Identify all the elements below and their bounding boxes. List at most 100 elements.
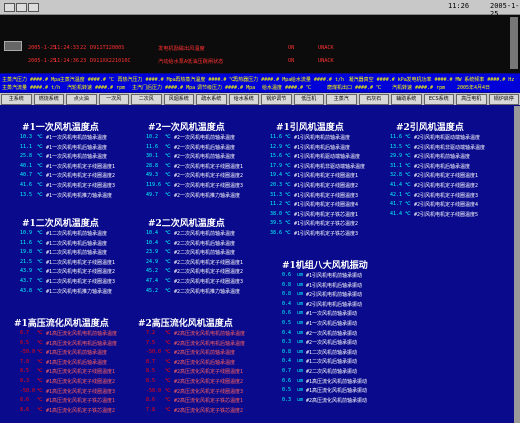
nav-button[interactable]: 一次风 (98, 94, 129, 105)
reading-label: #1引风机电机定子铁芯温度1 (294, 211, 359, 218)
reading-value: 6.5 (20, 339, 30, 346)
reading-unit: ℃ (405, 191, 411, 198)
reading-unit: ℃ (285, 201, 291, 208)
nav-button[interactable]: 给水系统 (228, 94, 259, 105)
reading-value: 41.4 (390, 210, 403, 217)
reading-label: #1二次风机电机定子线圈温度3 (46, 279, 116, 285)
nav-button[interactable]: ECS系统 (423, 94, 454, 105)
reading-value: 0.8 (282, 291, 292, 298)
reading-label: #2高压流化风机定子铁芯温度1 (174, 398, 244, 405)
reading-value: 0.4 (282, 329, 292, 336)
reading-unit: ℃ (37, 368, 43, 375)
reading-unit: ℃ (165, 349, 171, 356)
status-reading: 给水流量 ####.# t/h (290, 77, 344, 83)
reading-value: 13.5 (390, 143, 403, 150)
reading-value: 8.5 (20, 368, 30, 375)
nav-button[interactable]: 点火油 (66, 94, 97, 105)
alarm-state: ON (288, 45, 295, 51)
reading-value: 39.5 (270, 220, 283, 227)
print-icon[interactable] (16, 3, 27, 12)
nav-button[interactable]: 低压机 (293, 94, 324, 105)
reading-unit: ℃ (165, 172, 171, 179)
reading-value: 0.3 (282, 339, 292, 346)
nav-button[interactable]: 锅炉调节 (261, 94, 292, 105)
nav-button[interactable]: 主蒸汽 (326, 94, 357, 105)
reading-value: 0.3 (282, 396, 292, 403)
reading-label: #2二次风机电机前轴承温度 (174, 231, 236, 237)
reading-value: 45.2 (146, 287, 159, 294)
reading-value: 19.8 (20, 249, 33, 256)
reading-unit: ℃ (37, 258, 43, 265)
reading-unit: ℃ (285, 162, 291, 169)
nav-button[interactable]: 燃烧系统 (33, 94, 64, 105)
nav-button[interactable]: 高压电机 (456, 94, 487, 105)
reading-value: 15.6 (270, 153, 283, 160)
reading-label: #2一次风机电机前轴承温度 (174, 154, 236, 161)
reading-unit: ℃ (165, 406, 171, 413)
reading-value: 41.7 (390, 201, 403, 208)
reading-unit: um (297, 281, 304, 288)
reading-label: #2高压流化风机前轴承振动 (306, 397, 368, 404)
panel-title-6: #2二次风机温度点 (148, 219, 225, 229)
clock-time: 11:26 (448, 2, 470, 10)
content-scrollbar[interactable] (514, 106, 520, 423)
reading-unit: um (297, 320, 304, 326)
reading-unit: ℃ (165, 278, 171, 284)
reading-label: #1二次风机电机推力轴承温度 (46, 288, 113, 295)
reading-value: 41.4 (390, 182, 403, 188)
reading-label: #2高压流化风机定子铁芯温度2 (174, 407, 244, 414)
reading-unit: ℃ (165, 162, 171, 169)
reading-value: 31.1 (390, 162, 403, 169)
nav-button[interactable]: 石灰石 (358, 94, 389, 105)
reading-unit: ℃ (165, 368, 171, 375)
reading-unit: um (297, 387, 304, 394)
reading-value: 17.9 (270, 162, 283, 169)
status-reading: 再热器压力 ####.# Mpa (233, 77, 292, 83)
nav-button[interactable]: 风烟系统 (163, 94, 194, 105)
reading-label: #2引风机电机驱动端轴承温度 (414, 135, 481, 141)
reading-label: #2引风机电机后轴承温度 (414, 163, 471, 170)
reading-value: 0.7 (282, 368, 292, 374)
reading-label: #2二次风机电机推力轴承温度 (174, 288, 241, 295)
reading-unit: um (297, 396, 304, 403)
reading-label: #2高压流化风机定子线圈温度2 (174, 379, 244, 385)
reading-value: 8.6 (20, 397, 30, 404)
reading-unit: um (297, 358, 304, 365)
reading-label: #1高压流化风机前轴承振动 (306, 378, 368, 385)
reading-label: #2一次风机电机后轴承温度 (174, 144, 236, 151)
reading-label: #1一次风机电机后轴承温度 (46, 144, 108, 151)
menu-icon[interactable] (4, 3, 15, 12)
alarm-list[interactable]: 2005-1-25 11:24:33 22 D911TI2080S 发电机励磁出风温度 O… (0, 15, 520, 73)
reading-value: 0.6 (282, 272, 292, 278)
alarm-scrollbar[interactable] (510, 17, 518, 69)
reading-label: #2一次风机电机推力轴承温度 (174, 192, 241, 199)
reading-label: #1引风机电机定子铁芯温度2 (294, 221, 359, 228)
reading-value: 40.7 (20, 172, 33, 179)
nav-button[interactable]: 辅助系统 (391, 94, 422, 105)
reading-unit: ℃ (405, 210, 411, 217)
reading-unit: ℃ (285, 230, 291, 236)
reading-value: 8.3 (20, 378, 30, 384)
reading-value: 11.6 (146, 143, 159, 150)
reading-unit: ℃ (37, 349, 43, 356)
alarm-bell-icon[interactable] (28, 3, 39, 12)
nav-button[interactable]: 二次风 (131, 94, 162, 105)
nav-button[interactable]: 锅炉启停 (488, 94, 519, 105)
reading-label: #1二次风机电机定子线圈温度2 (46, 269, 116, 276)
nav-button[interactable]: 疏水系统 (196, 94, 227, 105)
reading-unit: ℃ (165, 397, 171, 404)
panel-title-7: #1机组八大风机振动 (282, 261, 368, 271)
alarm-type: UNACK (318, 45, 334, 51)
reading-value: 0.6 (282, 377, 292, 384)
nav-button[interactable]: 主系统 (1, 94, 32, 105)
alarm-list-icon[interactable] (4, 41, 22, 51)
reading-label: #1高压流化风机电机后轴承温度 (46, 340, 118, 347)
reading-label: #2二次风机电机后轴承温度 (174, 240, 236, 247)
reading-value: 7.5 (146, 339, 156, 346)
reading-label: #2一次风机后轴承振动 (306, 340, 358, 347)
reading-value: 11.6 (20, 239, 33, 246)
reading-label: #1一次风机电机定子线圈温度3 (46, 183, 116, 189)
reading-unit: um (297, 339, 304, 346)
reading-unit: um (297, 291, 304, 298)
reading-unit: ℃ (37, 230, 43, 236)
